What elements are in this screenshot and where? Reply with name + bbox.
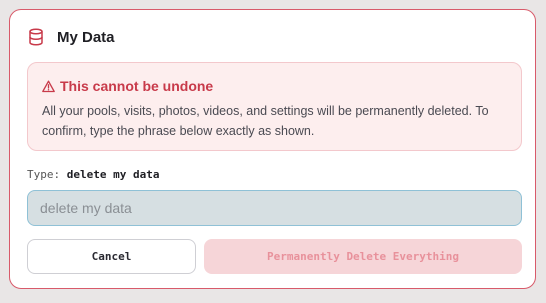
confirm-phrase: delete my data: [66, 168, 160, 181]
card-title: My Data: [57, 28, 115, 46]
permanently-delete-button[interactable]: Permanently Delete Everything: [204, 239, 522, 274]
database-icon: [27, 28, 45, 46]
warning-heading: This cannot be undone: [42, 78, 213, 94]
warning-triangle-icon: [42, 80, 55, 93]
card-header: My Data: [27, 28, 115, 46]
confirm-phrase-input[interactable]: [27, 190, 522, 226]
my-data-card: My Data This cannot be undone All your p…: [9, 9, 536, 289]
warning-box: This cannot be undone All your pools, vi…: [27, 62, 522, 151]
confirm-instruction: Type: delete my data: [27, 168, 159, 181]
warning-title: This cannot be undone: [60, 78, 214, 94]
type-label: Type:: [27, 168, 61, 181]
cancel-button[interactable]: Cancel: [27, 239, 196, 274]
warning-description: All your pools, visits, photos, videos, …: [42, 104, 489, 138]
